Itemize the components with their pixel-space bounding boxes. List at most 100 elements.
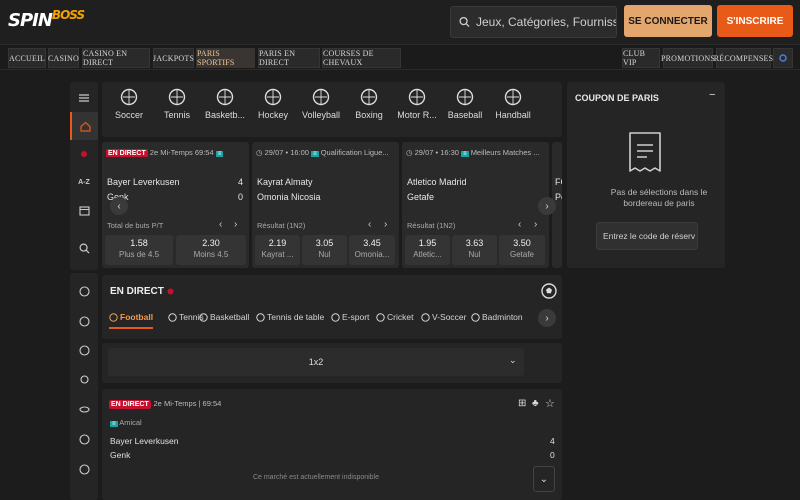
chevron-left-icon[interactable]: ‹ bbox=[368, 219, 371, 230]
sport-label: Motor R... bbox=[397, 110, 437, 120]
tabs-next-button[interactable]: › bbox=[538, 309, 556, 327]
chevron-left-icon[interactable]: ‹ bbox=[219, 219, 222, 230]
active-tab-indicator bbox=[109, 327, 153, 329]
lineup-icon[interactable]: ♣ bbox=[532, 398, 539, 409]
chevron-right-icon[interactable]: › bbox=[234, 219, 237, 230]
table-tennis-rail-icon[interactable] bbox=[70, 366, 98, 394]
live-tab-tennisdetable[interactable]: Tennis de table bbox=[256, 312, 324, 322]
az-icon[interactable]: A-Z bbox=[70, 168, 98, 196]
minimize-icon[interactable]: − bbox=[709, 89, 715, 101]
sport-volleyball[interactable]: Volleyball bbox=[298, 88, 344, 120]
booking-code-input[interactable] bbox=[596, 222, 698, 250]
tennis-rail-icon[interactable] bbox=[70, 307, 98, 335]
carousel-next-button[interactable]: › bbox=[538, 197, 556, 215]
match-card-2[interactable]: ◷ 29/07 • 16:00 ≡ Qualification Ligue...… bbox=[252, 142, 399, 268]
sport-icon bbox=[504, 88, 522, 106]
live-tab-esport[interactable]: E-sport bbox=[331, 312, 369, 322]
sport-icon bbox=[168, 88, 186, 106]
team-away: Po bbox=[555, 192, 562, 202]
sport-label: Hockey bbox=[257, 110, 288, 120]
odds-button[interactable]: 3.45 Omonia... bbox=[349, 235, 395, 265]
signup-button[interactable]: S'INSCRIRE bbox=[717, 5, 793, 37]
chevron-down-icon[interactable]: ⌄ bbox=[509, 355, 517, 366]
sport-icon bbox=[216, 88, 234, 106]
sport-tab-icon bbox=[109, 312, 118, 322]
nav-settings[interactable] bbox=[773, 48, 793, 68]
market-label: Résultat (1N2) bbox=[257, 221, 306, 230]
live-tab-vsoccer[interactable]: V-Soccer bbox=[421, 312, 467, 322]
nav-club-vip[interactable]: CLUB VIP bbox=[622, 48, 660, 68]
favorite-star-icon[interactable]: ☆ bbox=[545, 397, 555, 410]
basketball-rail-icon[interactable] bbox=[70, 336, 98, 364]
home-icon[interactable] bbox=[70, 112, 98, 140]
chevron-right-icon[interactable]: › bbox=[534, 219, 537, 230]
sport-basketb[interactable]: Basketb... bbox=[202, 88, 248, 120]
sport-handball[interactable]: Handball bbox=[490, 88, 536, 120]
live-dot-icon[interactable] bbox=[70, 140, 98, 168]
chevron-left-icon[interactable]: ‹ bbox=[518, 219, 521, 230]
odds-button[interactable]: 3.63 Nul bbox=[452, 235, 497, 265]
live-tab-cricket[interactable]: Cricket bbox=[376, 312, 413, 322]
nav-casino[interactable]: CASINO bbox=[48, 48, 79, 68]
sport-icon bbox=[264, 88, 282, 106]
rail-search-icon[interactable] bbox=[70, 234, 98, 262]
soccer-rail-icon[interactable] bbox=[70, 277, 98, 305]
odds-button[interactable]: 1.58 Plus de 4.5 bbox=[105, 235, 173, 265]
sport-boxing[interactable]: Boxing bbox=[346, 88, 392, 120]
spinboss-logo[interactable]: SPINBOSS bbox=[8, 8, 85, 31]
volleyball-rail-icon[interactable] bbox=[70, 425, 98, 453]
odds-button[interactable]: 3.05 Nul bbox=[302, 235, 347, 265]
nav-paris-sportifs[interactable]: PARIS SPORTIFS bbox=[196, 48, 255, 68]
sport-baseball[interactable]: Baseball bbox=[442, 88, 488, 120]
live-panel bbox=[102, 275, 562, 339]
market-label: Total de buts P/T bbox=[107, 221, 164, 230]
competition-label: ≡ Amical bbox=[110, 418, 142, 427]
sport-motorr[interactable]: Motor R... bbox=[394, 88, 440, 120]
live-title: EN DIRECT bbox=[110, 286, 174, 297]
odds-button[interactable]: 3.50 Getafe bbox=[499, 235, 545, 265]
carousel-prev-button[interactable]: ‹ bbox=[110, 197, 128, 215]
sport-icon bbox=[408, 88, 426, 106]
nav-accueil[interactable]: ACCUEIL bbox=[8, 48, 46, 68]
login-button[interactable]: SE CONNECTER bbox=[624, 5, 712, 37]
calendar-icon[interactable] bbox=[70, 196, 98, 224]
live-tab-basketball[interactable]: Basketball bbox=[199, 312, 249, 322]
hockey-rail-icon[interactable] bbox=[70, 395, 98, 423]
sport-tab-icon bbox=[199, 312, 208, 322]
market-unavailable-text: Ce marché est actuellement indisponible bbox=[252, 474, 380, 481]
gear-icon bbox=[779, 54, 787, 62]
sport-tennis[interactable]: Tennis bbox=[154, 88, 200, 120]
nav-courses[interactable]: COURSES DE CHEVAUX bbox=[322, 48, 401, 68]
search-input[interactable] bbox=[476, 15, 616, 29]
sport-tab-icon bbox=[331, 312, 340, 322]
sport-label: Basketb... bbox=[204, 110, 246, 120]
odds-button[interactable]: 1.95 Atletic... bbox=[405, 235, 450, 265]
search-box[interactable] bbox=[450, 6, 617, 38]
stats-icon[interactable]: ⊞ bbox=[518, 398, 526, 409]
match-card-3[interactable]: ◷ 29/07 • 16:30 ≡ Meilleurs Matches ... … bbox=[402, 142, 549, 268]
coupon-empty-text: Pas de sélections dans le bordereau de p… bbox=[610, 187, 708, 208]
nav-paris-direct[interactable]: PARIS EN DIRECT bbox=[258, 48, 320, 68]
chevron-right-icon[interactable]: › bbox=[384, 219, 387, 230]
live-tab-badminton[interactable]: Badminton bbox=[471, 312, 523, 322]
match-card-header: EN DIRECT 2e Mi-Temps 69:54 ≡ bbox=[106, 148, 224, 157]
odds-button[interactable]: 2.19 Kayrat ... bbox=[255, 235, 300, 265]
live-tab-football[interactable]: Football bbox=[109, 312, 153, 322]
sport-soccer[interactable]: Soccer bbox=[106, 88, 152, 120]
menu-icon[interactable] bbox=[70, 84, 98, 112]
receipt-icon bbox=[627, 130, 663, 177]
live-tab-label: V-Soccer bbox=[432, 312, 467, 322]
odds-button[interactable]: 2.30 Moins 4.5 bbox=[176, 235, 246, 265]
market-select[interactable]: 1x2 bbox=[108, 348, 524, 376]
handball-rail-icon[interactable] bbox=[70, 455, 98, 483]
sport-label: Soccer bbox=[114, 110, 143, 120]
nav-casino-live[interactable]: CASINO EN DIRECT bbox=[82, 48, 150, 68]
nav-promotions[interactable]: PROMOTIONS bbox=[661, 48, 715, 68]
nav-recompenses[interactable]: RÉCOMPENSES bbox=[714, 48, 773, 68]
expand-markets-button[interactable]: ⌄ bbox=[533, 466, 555, 492]
sport-tab-icon bbox=[471, 312, 480, 322]
nav-jackpots[interactable]: JACKPOTS bbox=[153, 48, 194, 68]
sport-icon bbox=[456, 88, 474, 106]
live-tab-label: Cricket bbox=[387, 312, 414, 322]
sport-hockey[interactable]: Hockey bbox=[250, 88, 296, 120]
